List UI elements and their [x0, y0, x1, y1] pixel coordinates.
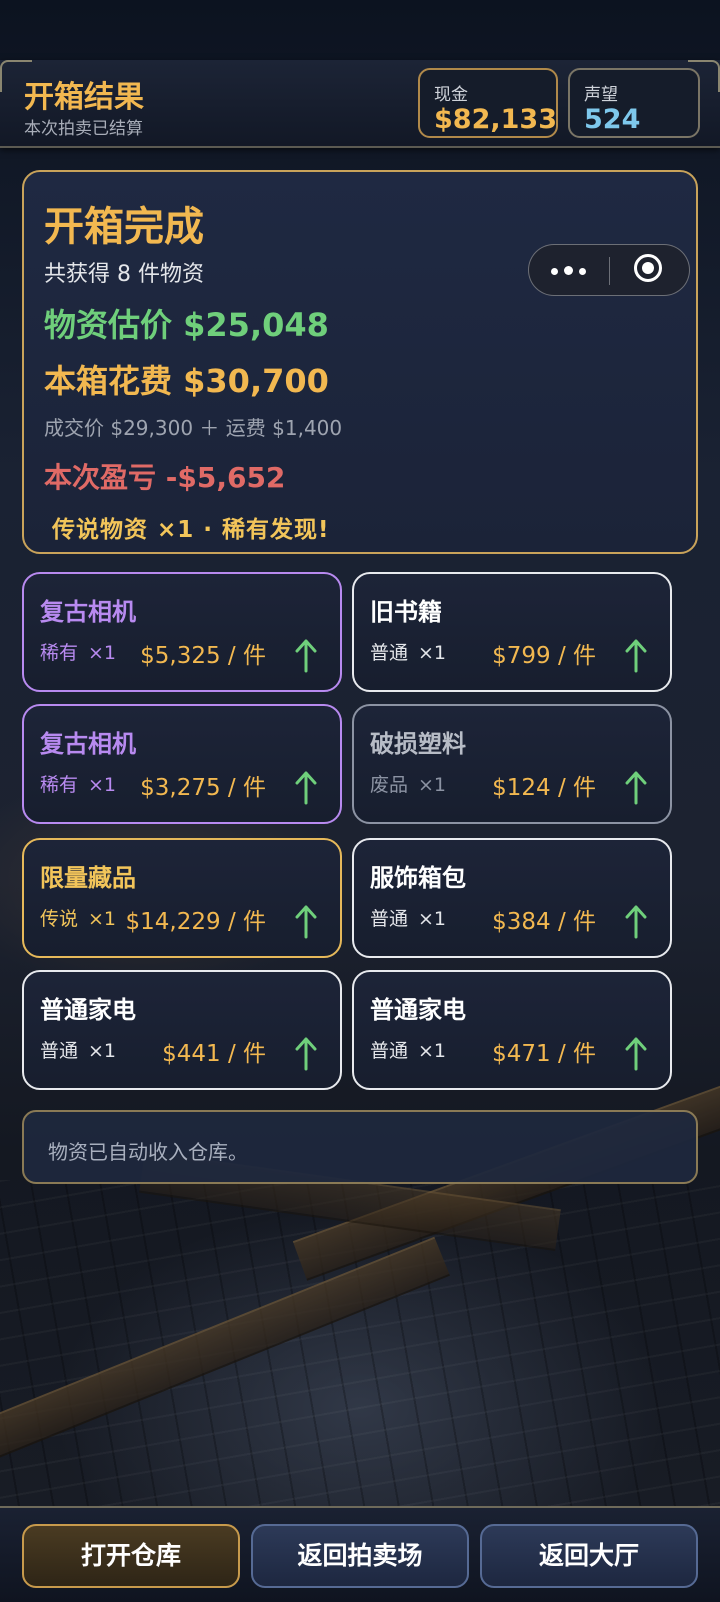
back-to-lobby-button[interactable]: 返回大厅 [480, 1524, 698, 1588]
item-card[interactable]: 普通家电 普通 ×1 $441 / 件 [22, 970, 342, 1090]
item-tier: 普通 ×1 [40, 1036, 116, 1063]
arrow-up-icon [294, 770, 318, 806]
back-to-auction-button[interactable]: 返回拍卖场 [251, 1524, 469, 1588]
top-header: 开箱结果 本次拍卖已结算 现金 $82,133 声望 524 [0, 60, 720, 148]
item-quantity: ×1 [418, 1040, 447, 1062]
item-card[interactable]: 限量藏品 传说 ×1 $14,229 / 件 [22, 838, 342, 958]
item-card[interactable]: 服饰箱包 普通 ×1 $384 / 件 [352, 838, 672, 958]
box-cost-text: 本箱花费 $30,700 [44, 362, 329, 400]
item-quantity: ×1 [418, 774, 447, 796]
arrow-up-icon [624, 638, 648, 674]
item-quantity: ×1 [418, 908, 447, 930]
cash-value: $82,133 [434, 104, 557, 135]
item-quantity: ×1 [88, 908, 117, 930]
item-tier-label: 普通 [370, 642, 409, 664]
item-price: $124 / 件 [492, 775, 596, 801]
more-dots-icon[interactable] [529, 245, 609, 295]
open-warehouse-button[interactable]: 打开仓库 [22, 1524, 240, 1588]
item-quantity: ×1 [418, 642, 447, 664]
item-tier: 稀有 ×1 [40, 770, 116, 797]
auto-store-notice: 物资已自动收入仓库。 [22, 1110, 698, 1184]
arrow-up-icon [294, 638, 318, 674]
item-tier: 稀有 ×1 [40, 638, 116, 665]
item-tier-label: 稀有 [40, 774, 79, 796]
item-name: 旧书籍 [370, 598, 442, 626]
item-tier-label: 普通 [370, 1040, 409, 1062]
fame-panel: 声望 524 [568, 68, 700, 138]
item-price: $799 / 件 [492, 643, 596, 669]
item-price: $471 / 件 [492, 1041, 596, 1067]
miniprogram-close-icon[interactable] [610, 245, 690, 295]
item-card[interactable]: 普通家电 普通 ×1 $471 / 件 [352, 970, 672, 1090]
item-tier: 传说 ×1 [40, 904, 116, 931]
item-name: 服饰箱包 [370, 864, 466, 892]
item-quantity: ×1 [88, 774, 117, 796]
item-name: 普通家电 [40, 996, 136, 1024]
arrow-up-icon [294, 904, 318, 940]
item-price: $3,275 / 件 [140, 775, 266, 801]
miniprogram-capsule [528, 244, 690, 296]
item-card[interactable]: 旧书籍 普通 ×1 $799 / 件 [352, 572, 672, 692]
item-quantity: ×1 [88, 1040, 117, 1062]
item-tier: 普通 ×1 [370, 1036, 446, 1063]
item-name: 破损塑料 [370, 730, 466, 758]
bottom-action-bar: 打开仓库 返回拍卖场 返回大厅 [0, 1506, 720, 1602]
item-name: 复古相机 [40, 598, 136, 626]
page-title: 开箱结果 [24, 80, 144, 115]
item-price: $384 / 件 [492, 909, 596, 935]
item-tier-label: 废品 [370, 774, 409, 796]
item-tier: 普通 ×1 [370, 904, 446, 931]
item-tier: 普通 ×1 [370, 638, 446, 665]
summary-title: 开箱完成 [44, 204, 204, 250]
cash-label: 现金 [434, 85, 468, 105]
profit-loss-text: 本次盈亏 -$5,652 [44, 461, 286, 494]
item-tier-label: 普通 [370, 908, 409, 930]
item-count-text: 共获得 8 件物资 [44, 262, 204, 287]
fame-value: 524 [584, 104, 641, 135]
item-name: 限量藏品 [40, 864, 136, 892]
item-quantity: ×1 [88, 642, 117, 664]
notice-text: 物资已自动收入仓库。 [48, 1140, 248, 1164]
item-card[interactable]: 复古相机 稀有 ×1 $3,275 / 件 [22, 704, 342, 824]
item-tier: 废品 ×1 [370, 770, 446, 797]
result-summary-card: 开箱完成 共获得 8 件物资 物资估价 $25,048 本箱花费 $30,700… [22, 170, 698, 554]
fame-label: 声望 [584, 85, 618, 105]
estimate-value-text: 物资估价 $25,048 [44, 306, 329, 344]
item-tier-label: 传说 [40, 908, 79, 930]
cost-breakdown-text: 成交价 $29,300 ＋ 运费 $1,400 [44, 416, 343, 440]
item-card[interactable]: 破损塑料 废品 ×1 $124 / 件 [352, 704, 672, 824]
item-price: $14,229 / 件 [125, 909, 266, 935]
bonus-discovery-text: 传说物资 ×1 · 稀有发现! [52, 517, 330, 543]
arrow-up-icon [624, 770, 648, 806]
item-price: $5,325 / 件 [140, 643, 266, 669]
item-card[interactable]: 复古相机 稀有 ×1 $5,325 / 件 [22, 572, 342, 692]
cash-panel: 现金 $82,133 [418, 68, 558, 138]
item-name: 普通家电 [370, 996, 466, 1024]
item-price: $441 / 件 [162, 1041, 266, 1067]
item-tier-label: 稀有 [40, 642, 79, 664]
arrow-up-icon [294, 1036, 318, 1072]
arrow-up-icon [624, 904, 648, 940]
item-name: 复古相机 [40, 730, 136, 758]
arrow-up-icon [624, 1036, 648, 1072]
item-tier-label: 普通 [40, 1040, 79, 1062]
page-subtitle: 本次拍卖已结算 [24, 119, 143, 139]
